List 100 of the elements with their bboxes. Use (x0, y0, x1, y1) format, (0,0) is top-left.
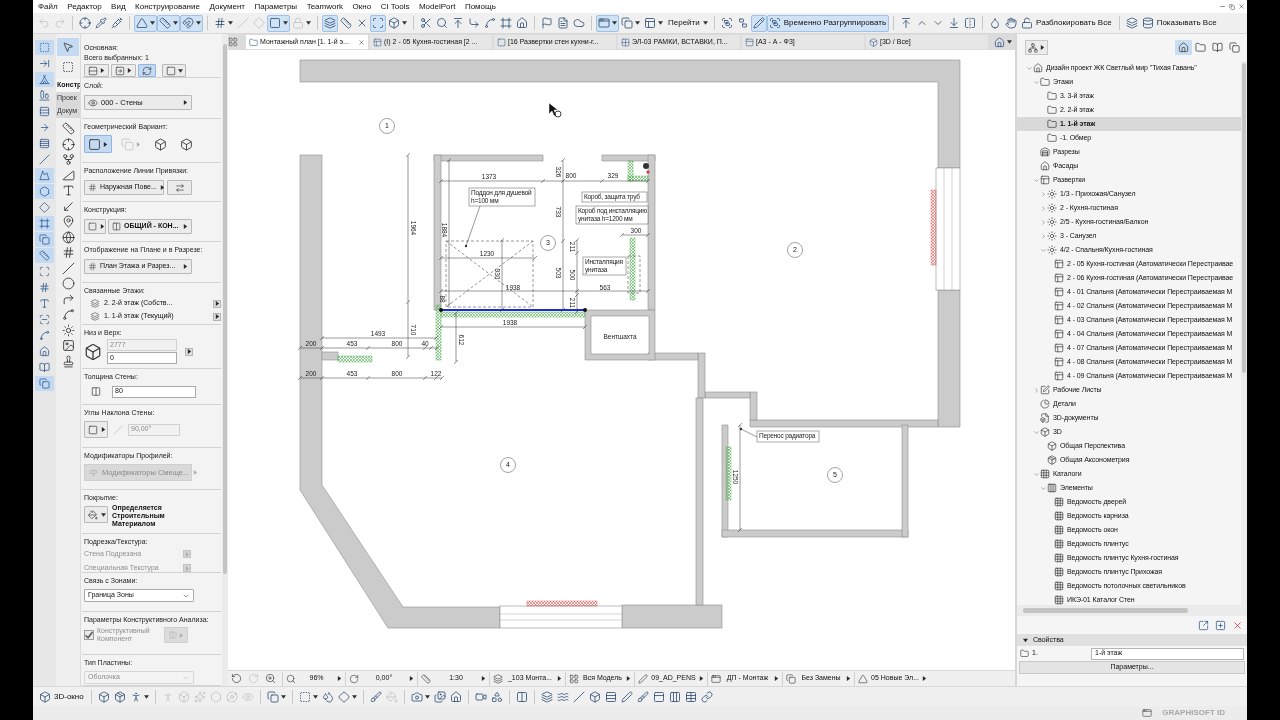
menu-item[interactable]: Документ (209, 0, 245, 13)
ruler-icon[interactable] (61, 122, 75, 135)
curve-icon[interactable] (61, 308, 75, 321)
rotate-left-icon[interactable] (231, 673, 242, 684)
right-triangle-icon[interactable] (61, 168, 75, 182)
stamp-icon[interactable] (61, 354, 75, 368)
temporary-ungroup-button[interactable]: Временно Разгруппировать (766, 14, 890, 32)
square-button[interactable] (267, 14, 290, 32)
story-options-button[interactable] (213, 299, 221, 308)
diamond-button[interactable] (335, 688, 359, 705)
magnet-button[interactable] (180, 14, 203, 32)
window-icon[interactable] (1142, 708, 1153, 718)
close-icon[interactable] (1238, 3, 1245, 10)
sun-icon[interactable] (61, 323, 75, 337)
structure-type-button[interactable] (84, 219, 106, 234)
crosshair-icon[interactable] (61, 137, 75, 151)
frame-tool-button[interactable] (35, 216, 54, 231)
house-view-button[interactable] (1175, 40, 1192, 55)
zoom-in-icon[interactable] (265, 673, 276, 684)
crosshair-button[interactable] (77, 14, 93, 32)
panel-button[interactable] (84, 64, 109, 77)
link-button[interactable] (698, 688, 715, 705)
house-icon[interactable] (994, 36, 1005, 48)
menu-item[interactable]: Параметры (254, 0, 298, 13)
frame-icon (39, 218, 50, 229)
grid-icon[interactable] (228, 37, 238, 47)
menu-item[interactable]: Вид (111, 0, 126, 13)
scrollbar[interactable] (1017, 605, 1247, 616)
images-button[interactable] (431, 688, 448, 705)
ruler-button[interactable] (157, 14, 180, 32)
slant-type-button[interactable] (84, 421, 108, 438)
hexagon-tool-button[interactable] (35, 184, 54, 199)
line-icon[interactable] (61, 261, 75, 275)
ruler-tool-button[interactable] (35, 248, 54, 263)
menu-item[interactable]: CI Tools (380, 0, 410, 13)
restore-icon[interactable] (1229, 3, 1235, 10)
close-icon[interactable] (358, 38, 365, 46)
corner-arrow-icon[interactable] (61, 292, 75, 306)
delete-icon[interactable] (1232, 619, 1243, 631)
menu-item[interactable]: Окно (352, 0, 372, 13)
window-icon[interactable] (1198, 619, 1209, 631)
menu-item[interactable]: Помощь (464, 0, 496, 13)
square-arrow-button[interactable] (111, 64, 136, 77)
document-button[interactable] (555, 14, 571, 32)
height-options-button[interactable] (185, 347, 193, 356)
layers-button[interactable] (538, 688, 555, 705)
pointer-tool-button[interactable] (57, 38, 79, 56)
mountain-tool-button[interactable] (35, 168, 54, 183)
circle-icon[interactable] (61, 277, 75, 290)
menu-item[interactable]: Конструирование (135, 0, 200, 13)
tent-tool-button[interactable] (35, 72, 54, 87)
cube-button[interactable] (386, 14, 409, 32)
brush-button[interactable] (367, 688, 384, 705)
cursor-icon (548, 102, 562, 118)
ruler-button[interactable] (338, 14, 354, 32)
dashed-square-tool-button[interactable] (35, 40, 54, 55)
go-to-button[interactable]: Перейти (665, 14, 710, 32)
triangle-button[interactable] (134, 14, 157, 32)
surface-button[interactable] (84, 506, 108, 523)
hash-icon[interactable] (61, 246, 75, 259)
menu-item[interactable]: ModelPort (418, 0, 456, 13)
3d-window-button[interactable]: 3D-окно (37, 688, 87, 705)
brush-button[interactable] (634, 688, 651, 705)
pencil-button[interactable] (750, 14, 767, 32)
unlock-all-button[interactable]: Разблокировать Все (1019, 14, 1115, 32)
caret-icon (702, 21, 708, 25)
caret-icon (173, 21, 178, 25)
story-options-button[interactable] (213, 312, 221, 321)
menu-item[interactable]: Редактор (67, 0, 102, 13)
copy-view-button[interactable] (1226, 40, 1243, 55)
scrollbar[interactable] (222, 34, 228, 686)
show-all-button[interactable]: Показывать Все (1139, 14, 1220, 32)
pin-icon[interactable] (61, 215, 75, 228)
image-icon[interactable] (61, 339, 75, 352)
type-icon[interactable] (61, 184, 75, 197)
globe-icon[interactable] (61, 230, 75, 244)
scrollbar[interactable] (1241, 61, 1247, 605)
navigator-menu-button[interactable] (1025, 40, 1048, 55)
layers-button[interactable] (1123, 14, 1140, 32)
reference-line-button[interactable] (167, 180, 192, 195)
folder-view-button[interactable] (1192, 40, 1209, 55)
scan-button[interactable] (370, 14, 386, 32)
menu-item[interactable]: Teamwork (306, 0, 344, 13)
minimize-icon[interactable] (1219, 3, 1226, 10)
selected-wall[interactable] (439, 308, 587, 312)
fork-icon[interactable] (61, 153, 75, 166)
copy-button[interactable] (619, 14, 642, 32)
copy-tool-button[interactable] (35, 232, 54, 247)
square-variant-button[interactable] (84, 135, 112, 153)
copy-button[interactable] (264, 688, 288, 705)
square-button[interactable] (162, 64, 186, 77)
add-square-icon[interactable] (1215, 619, 1226, 631)
copy-tool-button[interactable] (35, 376, 54, 391)
pen-button[interactable] (618, 688, 635, 705)
refresh-button[interactable] (138, 64, 156, 77)
book-view-button[interactable] (1209, 40, 1226, 55)
menu-item[interactable]: Файл (38, 0, 58, 13)
arrow-down-left-icon[interactable] (61, 199, 75, 213)
layers-button[interactable] (322, 14, 338, 32)
window-button[interactable] (596, 14, 619, 32)
